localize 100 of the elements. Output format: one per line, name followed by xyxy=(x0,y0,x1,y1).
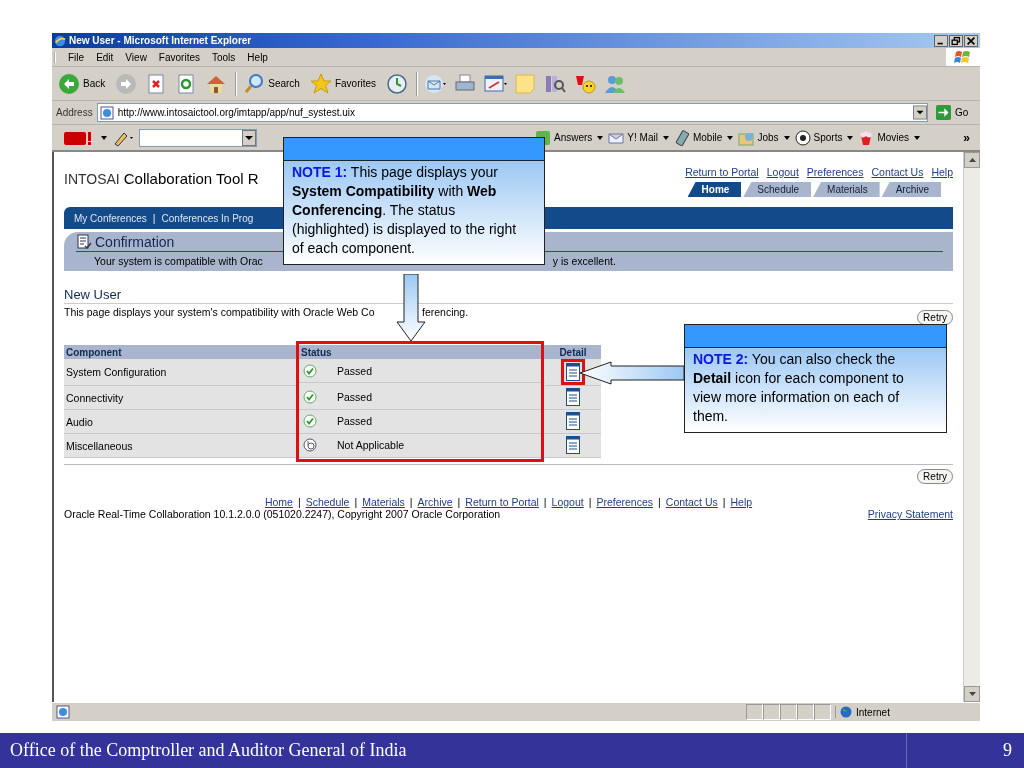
description-text: This page displays your system's compatibility with Oracle Web Co xyxy=(64,306,376,318)
link[interactable]: Archive xyxy=(417,496,453,508)
retry-button[interactable]: Retry xyxy=(917,469,953,484)
link[interactable]: Home xyxy=(264,496,293,508)
toolbar-link[interactable]: Y! Mail xyxy=(608,129,658,146)
scrollbar[interactable] xyxy=(963,152,980,702)
minimize-button[interactable] xyxy=(934,34,948,47)
detail-icon[interactable] xyxy=(566,436,580,454)
link[interactable]: Help xyxy=(730,496,753,508)
footer-organization: Office of the Comptroller and Auditor General of India xyxy=(9,740,407,761)
separator: | xyxy=(354,496,358,508)
link[interactable]: Logout xyxy=(551,496,584,508)
detail-icon[interactable] xyxy=(566,412,580,430)
description-text: ferencing. xyxy=(422,306,469,318)
link[interactable]: Materials xyxy=(362,496,405,508)
star-icon xyxy=(309,72,332,95)
separator: | xyxy=(543,496,547,508)
nav-link[interactable]: Conferences In Prog xyxy=(161,212,254,224)
column-header: Component xyxy=(64,345,299,359)
clock-circle-icon xyxy=(303,438,317,452)
favorites-button[interactable]: Favorites xyxy=(309,72,381,95)
link[interactable]: Logout xyxy=(766,166,799,178)
link[interactable]: Preferences xyxy=(596,496,654,508)
dropdown-arrow-icon[interactable] xyxy=(101,135,107,140)
link[interactable]: Preferences xyxy=(806,166,864,178)
detail-icon[interactable] xyxy=(566,388,580,406)
slide-number: 9 xyxy=(906,733,1024,768)
envelope-icon[interactable] xyxy=(424,72,449,95)
tab[interactable]: Materials xyxy=(813,182,880,197)
menu-item[interactable]: Favorites xyxy=(152,51,206,63)
check-circle-icon xyxy=(303,390,317,404)
table-cell: Miscellaneous xyxy=(64,433,299,458)
dropdown-arrow-icon[interactable] xyxy=(847,135,854,140)
search-field[interactable] xyxy=(139,128,257,147)
more-button[interactable]: » xyxy=(963,130,970,145)
scroll-down-button[interactable] xyxy=(964,686,980,702)
toolbar-link[interactable]: Sports xyxy=(794,129,843,146)
status-pane xyxy=(814,704,831,720)
detail-icon[interactable] xyxy=(566,363,580,381)
restore-button[interactable] xyxy=(949,34,963,47)
status-text: Passed xyxy=(337,364,373,377)
dropdown-button[interactable] xyxy=(913,105,927,120)
dropdown-arrow-icon[interactable] xyxy=(783,135,790,140)
dropdown-arrow-icon[interactable] xyxy=(597,135,604,140)
caret-down-icon xyxy=(968,692,976,696)
separator: | xyxy=(152,212,156,224)
link[interactable]: Contact Us xyxy=(665,496,718,508)
zone-label: Internet xyxy=(856,706,890,718)
menu-item[interactable]: File xyxy=(62,51,91,63)
link[interactable]: Schedule xyxy=(305,496,350,508)
magnifier-icon xyxy=(243,72,266,95)
arrow-right-icon xyxy=(936,105,951,120)
window-title: New User - Microsoft Internet Explorer xyxy=(69,35,252,46)
check-circle-icon xyxy=(303,414,317,428)
status-pane xyxy=(797,704,814,720)
address-label: Address xyxy=(56,107,93,118)
menu-item[interactable]: Edit xyxy=(90,51,120,63)
table-cell: Connectivity xyxy=(64,385,299,410)
tab[interactable]: Home xyxy=(687,182,742,197)
close-button[interactable] xyxy=(964,34,978,47)
link[interactable]: Return to Portal xyxy=(685,166,759,178)
address-field[interactable]: http://www.intosaictool.org/imtapp/app/nuf_systest.uix xyxy=(96,103,928,122)
toolbar-link[interactable]: Mobile xyxy=(673,129,723,146)
document-check-icon xyxy=(76,234,92,250)
windows-logo-icon xyxy=(946,48,980,66)
app-title: Collaboration Tool R xyxy=(123,170,259,187)
toolbar-link[interactable]: Movies xyxy=(858,129,910,146)
menu-item[interactable]: Tools xyxy=(206,51,242,63)
nav-link[interactable]: My Conferences xyxy=(74,212,147,224)
menu-item[interactable]: View xyxy=(119,51,153,63)
tab[interactable]: Schedule xyxy=(743,182,812,197)
separator: | xyxy=(658,496,661,508)
confirmation-message: Your system is compatible with Orac xyxy=(94,255,263,267)
search-button[interactable]: Search xyxy=(243,72,304,95)
status-pane xyxy=(780,704,797,720)
tab[interactable]: Archive xyxy=(881,182,941,197)
link[interactable]: Return to Portal xyxy=(465,496,539,508)
soccer-ball-icon xyxy=(794,129,811,146)
separator: | xyxy=(297,496,301,508)
dropdown-arrow-icon[interactable] xyxy=(727,135,734,140)
back-button[interactable]: Back xyxy=(58,72,110,95)
menu-item[interactable]: Help xyxy=(241,51,274,63)
toolbar-link[interactable]: Jobs xyxy=(738,129,779,146)
status-text: Passed xyxy=(337,415,373,427)
dropdown-button[interactable] xyxy=(242,129,256,146)
link[interactable]: Help xyxy=(931,166,953,178)
link[interactable]: Privacy Statement xyxy=(867,508,953,520)
confirmation-message: y is excellent. xyxy=(552,255,616,267)
dropdown-arrow-icon[interactable] xyxy=(662,135,669,140)
link[interactable]: Contact Us xyxy=(871,166,924,178)
table-cell: System Configuration xyxy=(64,359,299,386)
table-cell: Audio xyxy=(64,409,299,434)
page-icon xyxy=(56,705,70,719)
status-text: Passed xyxy=(337,391,373,403)
document-edit-icon[interactable] xyxy=(484,72,509,95)
dropdown-arrow-icon[interactable] xyxy=(914,135,921,140)
globe-icon xyxy=(840,706,852,718)
go-button[interactable]: Go xyxy=(932,105,980,120)
scroll-up-button[interactable] xyxy=(964,152,980,168)
check-circle-icon xyxy=(303,363,317,378)
